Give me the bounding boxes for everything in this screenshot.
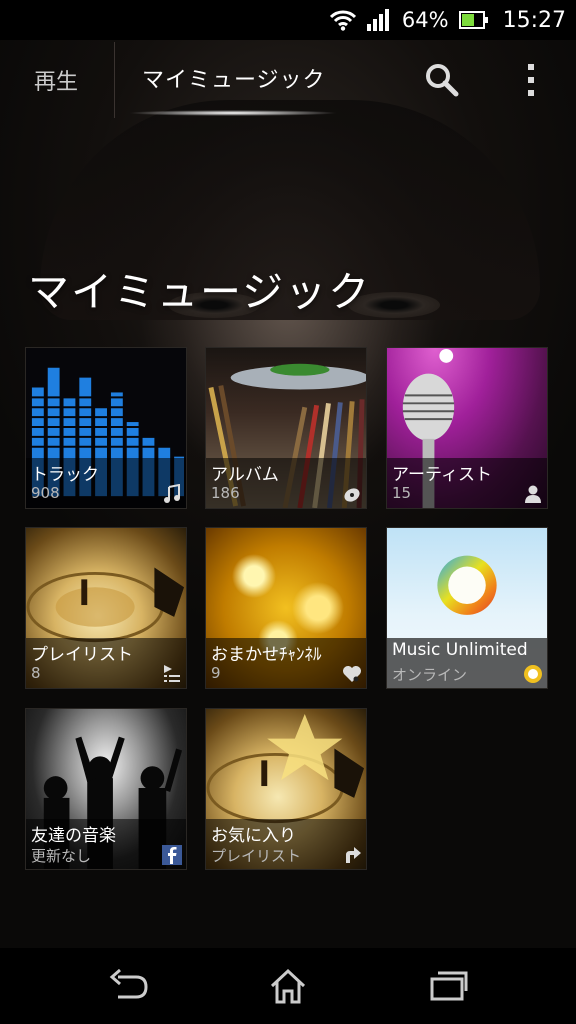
disc-icon [344, 488, 360, 502]
tile-music-unlimited[interactable]: Music Unlimited オンライン [386, 527, 548, 689]
tile-status: オンライン [392, 666, 468, 684]
back-icon [109, 969, 148, 999]
wifi-icon [329, 10, 356, 31]
tile-status: 更新なし [31, 847, 92, 865]
battery-percent: 64% [401, 8, 449, 32]
active-tab-indicator [128, 110, 338, 116]
tile-albums[interactable]: アルバム 186 [205, 347, 367, 509]
recent-apps-button[interactable] [418, 960, 478, 1012]
tab-divider [114, 42, 115, 118]
signal-icon [366, 9, 389, 31]
playlist-icon [164, 665, 180, 682]
tab-my-music[interactable]: マイミュージック [142, 62, 326, 94]
overflow-menu-button[interactable] [514, 58, 548, 102]
music-unlimited-icon [524, 665, 542, 683]
back-button[interactable] [98, 960, 158, 1012]
search-icon [426, 64, 459, 97]
tile-label: おまかせﾁｬﾝﾈﾙ [211, 645, 322, 665]
tile-playlists[interactable]: プレイリスト 8 [25, 527, 187, 689]
tile-artists[interactable]: アーティスト 15 [386, 347, 548, 509]
tile-type: プレイリスト [211, 847, 302, 865]
page-title: マイミュージック [28, 268, 372, 316]
tile-favorites[interactable]: お気に入り プレイリスト [205, 708, 367, 870]
tile-count: 8 [31, 664, 41, 682]
person-icon [525, 485, 541, 503]
battery-icon [458, 11, 488, 29]
tile-label: プレイリスト [31, 645, 133, 665]
recent-apps-icon [430, 971, 468, 1001]
search-button[interactable] [420, 58, 464, 102]
home-icon [270, 968, 306, 1004]
tile-tracks[interactable]: トラック 908 [25, 347, 187, 509]
tile-count: 908 [31, 484, 60, 502]
tile-label: Music Unlimited [392, 640, 528, 660]
tab-play[interactable]: 再生 [34, 64, 78, 96]
overflow-menu-icon [528, 64, 534, 96]
tile-sensme-channels[interactable]: おまかせﾁｬﾝﾈﾙ 9 [205, 527, 367, 689]
heart-music-icon [343, 666, 361, 682]
tile-label: お気に入り [211, 826, 296, 846]
navigation-bar [0, 948, 576, 1024]
tile-count: 9 [211, 664, 221, 682]
tile-count: 15 [392, 484, 412, 502]
home-button[interactable] [258, 960, 318, 1012]
status-bar: 64% 15:27 [0, 0, 576, 40]
tile-label: アーティスト [392, 465, 492, 485]
tile-label: アルバム [211, 465, 279, 485]
tile-label: 友達の音楽 [31, 826, 116, 846]
tile-friends-music[interactable]: 友達の音楽 更新なし [25, 708, 187, 870]
clock: 15:27 [502, 7, 566, 33]
tile-label: トラック [31, 465, 99, 485]
battery-fill [461, 14, 475, 26]
shortcut-arrow-icon [346, 847, 361, 863]
music-note-icon [164, 484, 180, 503]
facebook-icon [162, 845, 182, 865]
tab-bar: 再生 マイミュージック [0, 40, 576, 120]
tile-count: 186 [211, 484, 240, 502]
